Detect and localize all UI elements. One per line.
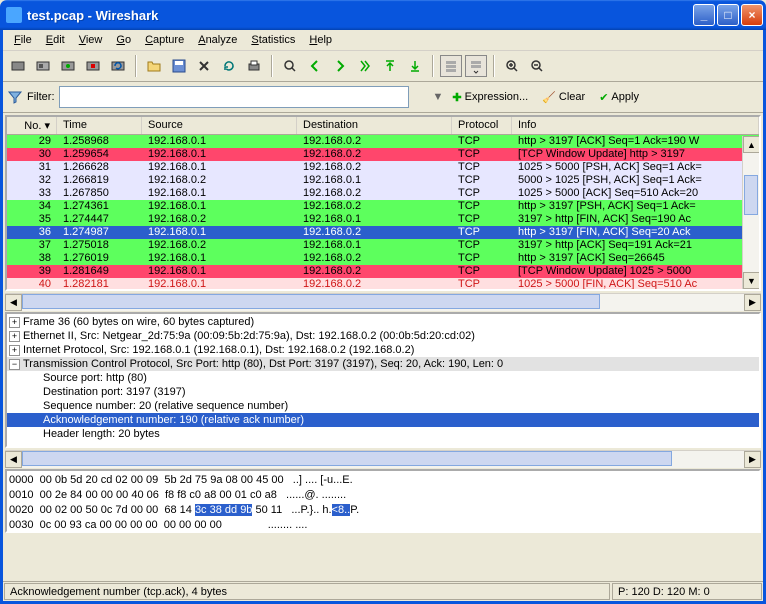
status-left: Acknowledgement number (tcp.ack), 4 byte… xyxy=(4,583,610,600)
tree-ip[interactable]: +Internet Protocol, Src: 192.168.0.1 (19… xyxy=(7,343,759,357)
print-icon[interactable] xyxy=(243,55,265,77)
col-no-header[interactable]: No. ▾ xyxy=(7,117,57,134)
packet-row[interactable]: 351.274447192.168.0.2192.168.0.1TCP3197 … xyxy=(7,213,759,226)
menu-view[interactable]: View xyxy=(72,32,110,48)
filter-icon xyxy=(7,89,23,105)
app-icon xyxy=(6,7,22,23)
col-time-header[interactable]: Time xyxy=(57,117,142,134)
col-info-header[interactable]: Info xyxy=(512,117,759,134)
menu-capture[interactable]: Capture xyxy=(138,32,191,48)
go-back-icon[interactable] xyxy=(304,55,326,77)
packet-row[interactable]: 381.276019192.168.0.1192.168.0.2TCPhttp … xyxy=(7,252,759,265)
minimize-button[interactable]: _ xyxy=(693,4,715,26)
go-first-icon[interactable] xyxy=(379,55,401,77)
expression-button[interactable]: ✚ Expression... xyxy=(447,89,533,106)
save-icon[interactable] xyxy=(168,55,190,77)
tree-frame[interactable]: +Frame 36 (60 bytes on wire, 60 bytes ca… xyxy=(7,315,759,329)
tree-srcport[interactable]: Source port: http (80) xyxy=(7,371,759,385)
menu-analyze[interactable]: Analyze xyxy=(191,32,244,48)
filter-toolbar: Filter: ▼ ✚ Expression... 🧹 Clear ✔ Appl… xyxy=(3,82,763,113)
colorize-icon[interactable] xyxy=(440,55,462,77)
tree-hlen[interactable]: Header length: 20 bytes xyxy=(7,427,759,441)
packet-row[interactable]: 321.266819192.168.0.2192.168.0.1TCP5000 … xyxy=(7,174,759,187)
filter-input[interactable] xyxy=(59,86,409,108)
packet-row[interactable]: 361.274987192.168.0.1192.168.0.2TCPhttp … xyxy=(7,226,759,239)
col-dst-header[interactable]: Destination xyxy=(297,117,452,134)
close-file-icon[interactable] xyxy=(193,55,215,77)
tree-seq[interactable]: Sequence number: 20 (relative sequence n… xyxy=(7,399,759,413)
packet-list-vscrollbar[interactable]: ▲ ▼ xyxy=(742,136,759,289)
restart-capture-icon[interactable] xyxy=(107,55,129,77)
packet-row[interactable]: 401.282181192.168.0.1192.168.0.2TCP1025 … xyxy=(7,278,759,289)
main-toolbar xyxy=(3,51,763,82)
reload-icon[interactable] xyxy=(218,55,240,77)
auto-scroll-icon[interactable] xyxy=(465,55,487,77)
packet-row[interactable]: 301.259654192.168.0.1192.168.0.2TCP[TCP … xyxy=(7,148,759,161)
options-icon[interactable] xyxy=(32,55,54,77)
col-src-header[interactable]: Source xyxy=(142,117,297,134)
menu-file[interactable]: File xyxy=(7,32,39,48)
tree-ack[interactable]: Acknowledgement number: 190 (relative ac… xyxy=(7,413,759,427)
tree-dstport[interactable]: Destination port: 3197 (3197) xyxy=(7,385,759,399)
status-right: P: 120 D: 120 M: 0 xyxy=(612,583,762,600)
packet-row[interactable]: 311.266628192.168.0.1192.168.0.2TCP1025 … xyxy=(7,161,759,174)
filter-label: Filter: xyxy=(27,91,55,103)
tree-tcp[interactable]: −Transmission Control Protocol, Src Port… xyxy=(7,357,759,371)
go-forward-icon[interactable] xyxy=(329,55,351,77)
go-last-icon[interactable] xyxy=(404,55,426,77)
menu-edit[interactable]: Edit xyxy=(39,32,72,48)
maximize-button[interactable]: □ xyxy=(717,4,739,26)
go-to-icon[interactable] xyxy=(354,55,376,77)
menu-statistics[interactable]: Statistics xyxy=(244,32,302,48)
interfaces-icon[interactable] xyxy=(7,55,29,77)
start-capture-icon[interactable] xyxy=(57,55,79,77)
titlebar: test.pcap - Wireshark _ □ × xyxy=(0,0,766,30)
packet-row[interactable]: 371.275018192.168.0.2192.168.0.1TCP3197 … xyxy=(7,239,759,252)
clear-button[interactable]: 🧹 Clear xyxy=(537,89,590,106)
packet-row[interactable]: 341.274361192.168.0.1192.168.0.2TCPhttp … xyxy=(7,200,759,213)
close-button[interactable]: × xyxy=(741,4,763,26)
packet-details-panel[interactable]: +Frame 36 (60 bytes on wire, 60 bytes ca… xyxy=(7,314,759,446)
col-proto-header[interactable]: Protocol xyxy=(452,117,512,134)
open-icon[interactable] xyxy=(143,55,165,77)
packet-row[interactable]: 391.281649192.168.0.1192.168.0.2TCP[TCP … xyxy=(7,265,759,278)
packet-list-hscrollbar[interactable]: ◀▶ xyxy=(5,293,761,310)
zoom-out-icon[interactable] xyxy=(526,55,548,77)
packet-row[interactable]: 291.258968192.168.0.1192.168.0.2TCPhttp … xyxy=(7,135,759,148)
statusbar: Acknowledgement number (tcp.ack), 4 byte… xyxy=(3,581,763,601)
details-hscrollbar[interactable]: ◀▶ xyxy=(5,450,761,467)
menu-go[interactable]: Go xyxy=(109,32,138,48)
menubar: File Edit View Go Capture Analyze Statis… xyxy=(3,30,763,51)
packet-list-panel: No. ▾ Time Source Destination Protocol I… xyxy=(7,117,759,289)
find-icon[interactable] xyxy=(279,55,301,77)
packet-bytes-panel[interactable]: 0000 00 0b 5d 20 cd 02 00 09 5b 2d 75 9a… xyxy=(7,471,759,531)
menu-help[interactable]: Help xyxy=(302,32,339,48)
packet-row[interactable]: 331.267850192.168.0.1192.168.0.2TCP1025 … xyxy=(7,187,759,200)
zoom-in-icon[interactable] xyxy=(501,55,523,77)
stop-capture-icon[interactable] xyxy=(82,55,104,77)
tree-ethernet[interactable]: +Ethernet II, Src: Netgear_2d:75:9a (00:… xyxy=(7,329,759,343)
apply-button[interactable]: ✔ Apply xyxy=(594,89,644,106)
packet-list-header[interactable]: No. ▾ Time Source Destination Protocol I… xyxy=(7,117,759,135)
window-title: test.pcap - Wireshark xyxy=(27,8,693,23)
